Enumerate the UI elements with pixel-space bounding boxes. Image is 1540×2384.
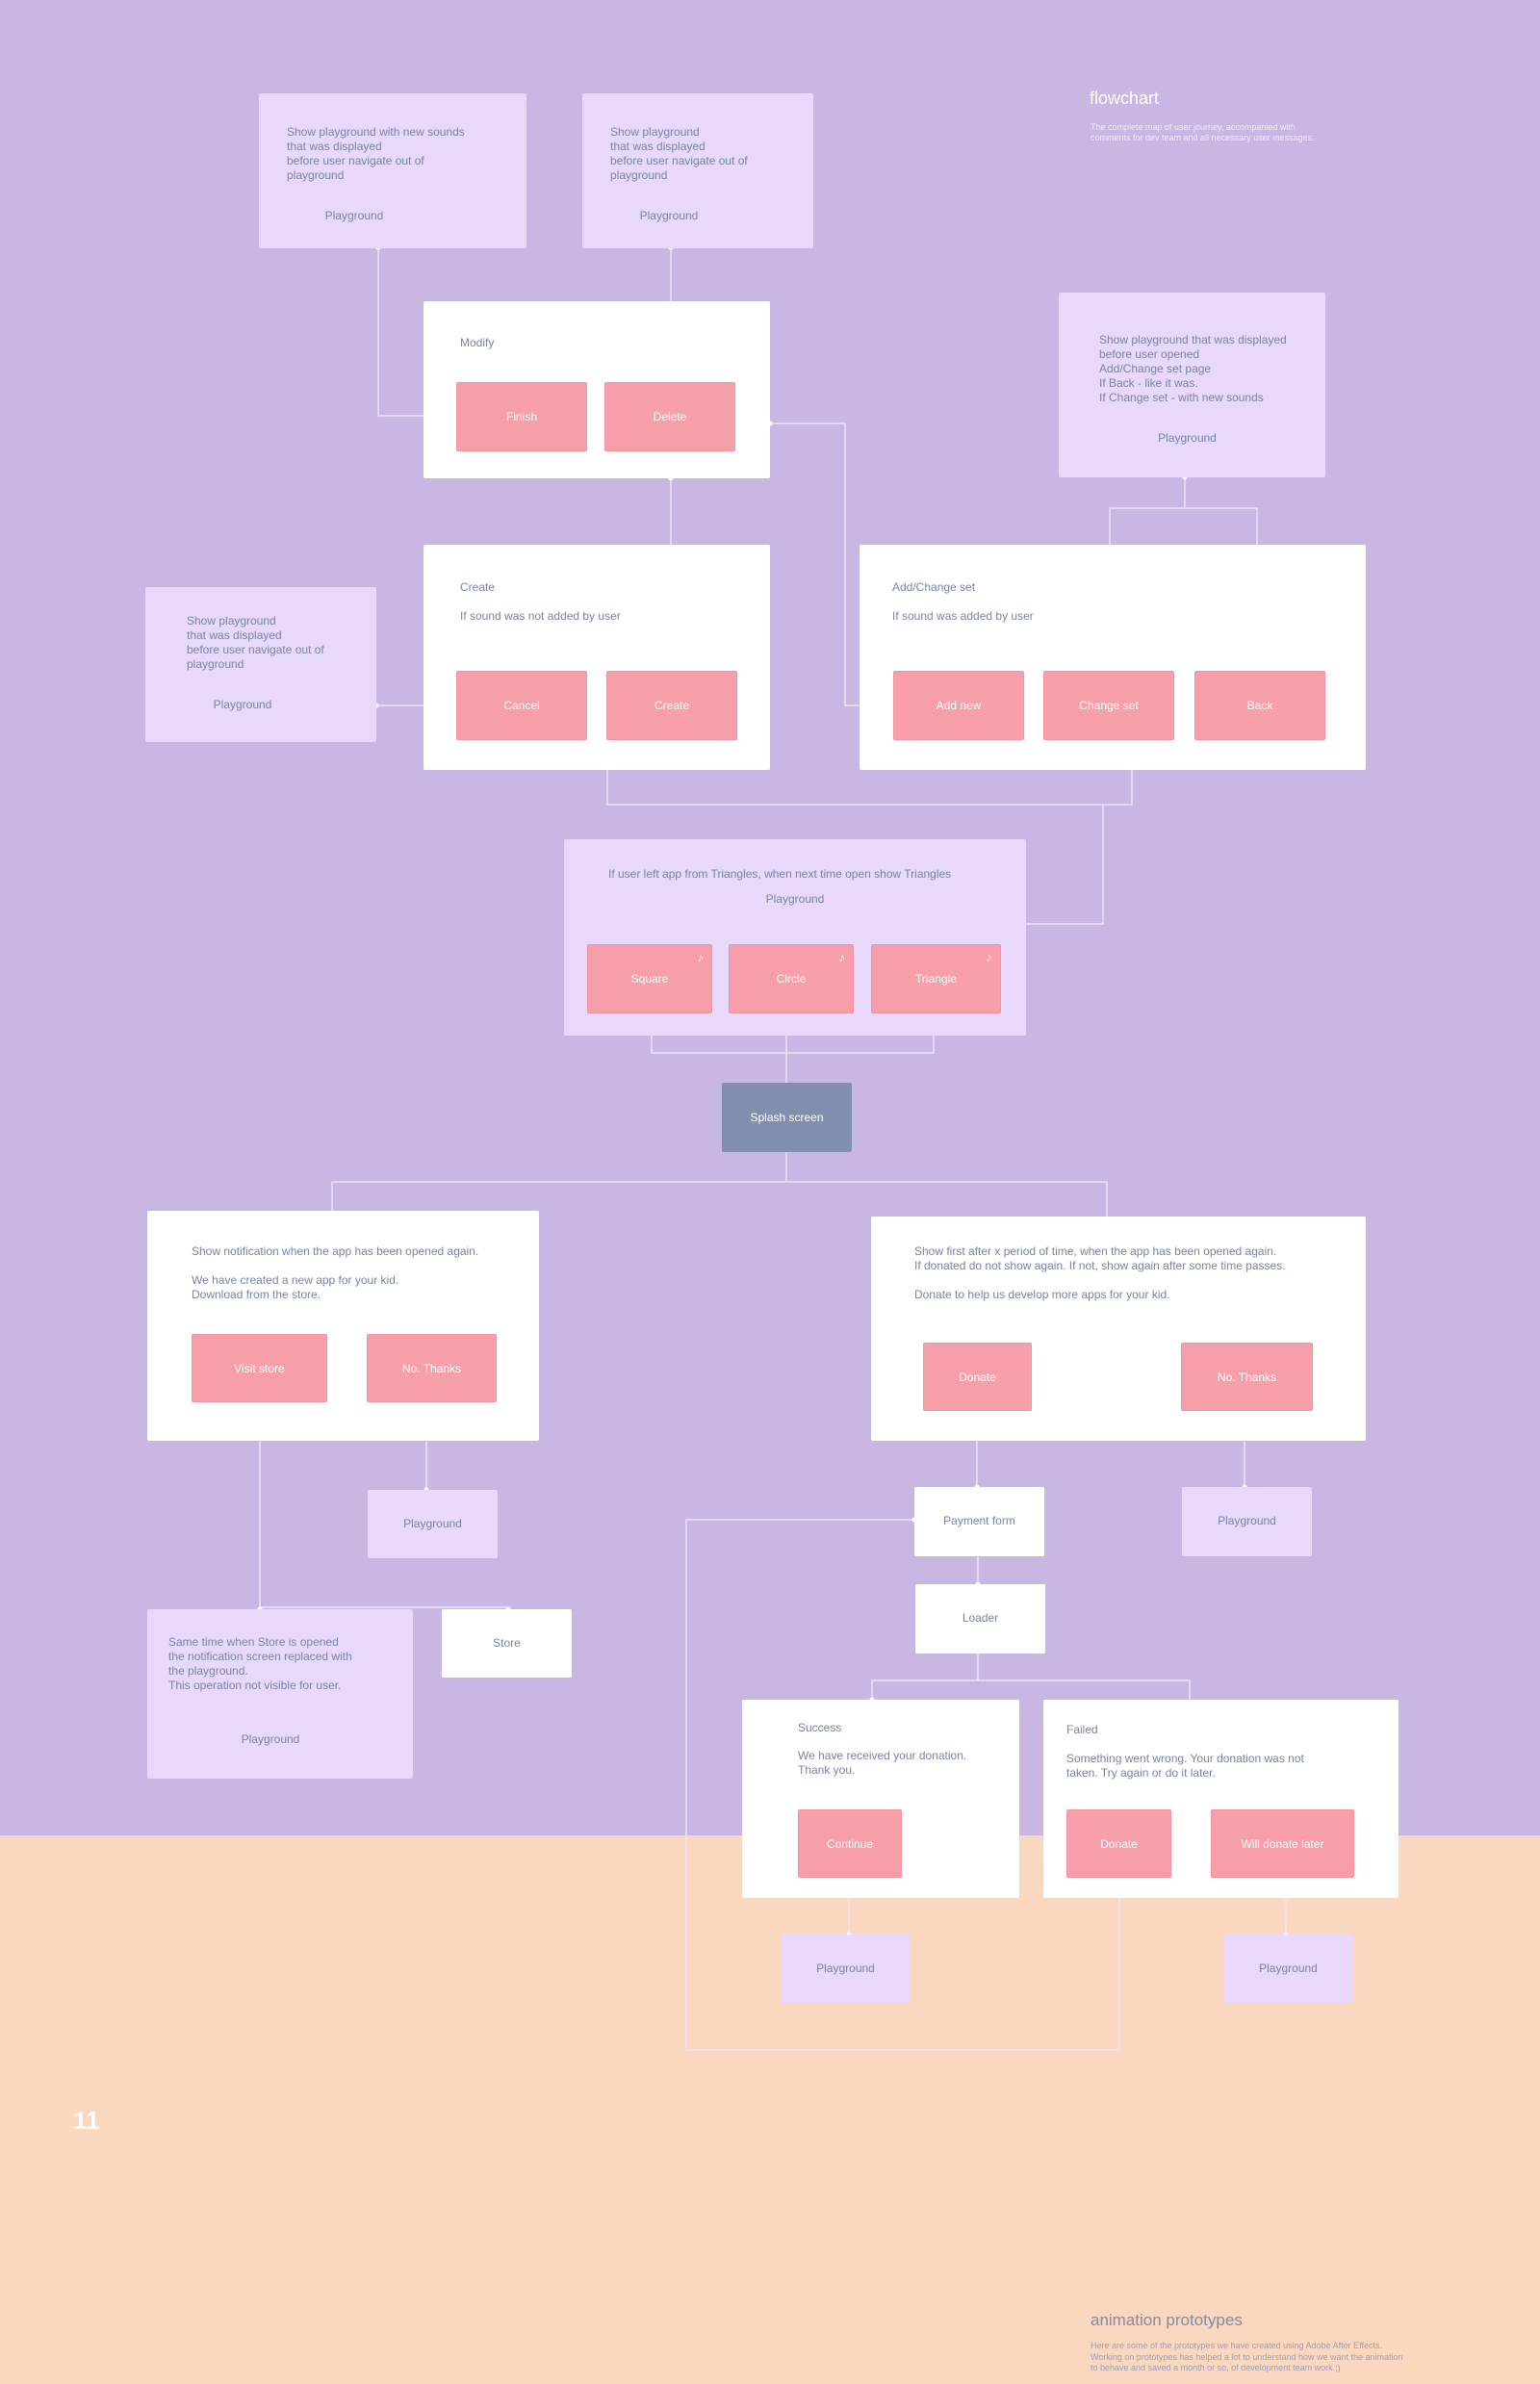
no-thanks-button[interactable]: No. Thanks <box>1181 1343 1313 1411</box>
splash-screen: Splash screen <box>722 1083 852 1152</box>
section-title: animation prototypes <box>1091 2311 1243 2329</box>
playground-after-no-thanks-left: Playground <box>368 1490 498 1558</box>
back-button[interactable]: Back <box>1194 671 1325 740</box>
triangle-shape-button[interactable]: ♪ Triangle <box>871 944 1001 1013</box>
node-label: Payment form <box>943 1514 1015 1527</box>
screen-text: We have received your donation. Thank yo… <box>798 1749 967 1777</box>
circle-shape-button[interactable]: ♪ Circle <box>729 944 854 1013</box>
screen-store: Store <box>442 1609 572 1678</box>
note-playground-displayed-left: Show playground that was displayed befor… <box>145 587 376 742</box>
node-label: Playground <box>639 209 699 222</box>
screen-title: Success <box>798 1721 842 1734</box>
notification-text: Show notification when the app has been … <box>192 1244 479 1301</box>
continue-button[interactable]: Continue <box>798 1809 902 1878</box>
node-label: Loader <box>962 1611 999 1625</box>
music-note-icon: ♪ <box>838 950 846 964</box>
note-playground-add-change: Show playground that was displayed befor… <box>1059 293 1325 477</box>
donate-button[interactable]: Donate <box>923 1343 1032 1411</box>
note-store-replace: Same time when Store is opened the notif… <box>147 1609 413 1779</box>
screen-condition: If sound was added by user <box>892 609 1034 623</box>
create-button[interactable]: Create <box>606 671 737 740</box>
screen-loader: Loader <box>915 1584 1045 1653</box>
screen-title: Create <box>460 580 496 594</box>
music-note-icon: ♪ <box>986 950 993 964</box>
change-set-button[interactable]: Change set <box>1043 671 1174 740</box>
music-note-icon: ♪ <box>697 950 705 964</box>
finish-button[interactable]: Finish <box>456 382 587 451</box>
screen-donation-prompt: Show first after x period of time, when … <box>871 1217 1366 1441</box>
shape-label: Circle <box>776 972 807 986</box>
node-label: Playground <box>324 209 384 222</box>
page-number: 11 <box>73 2106 100 2135</box>
note-text: If user left app from Triangles, when ne… <box>608 867 952 881</box>
screen-new-app-notification: Show notification when the app has been … <box>147 1211 539 1441</box>
node-label: Playground <box>765 892 825 906</box>
screen-condition: If sound was not added by user <box>460 609 621 623</box>
note-text: Show playground that was displayed befor… <box>187 614 324 671</box>
shape-label: Triangle <box>915 972 957 986</box>
section-description: Here are some of the prototypes we have … <box>1091 2341 1403 2372</box>
playground-after-failed: Playground <box>1223 1935 1353 2003</box>
delete-button[interactable]: Delete <box>604 382 735 451</box>
no-thanks-button[interactable]: No. Thanks <box>367 1334 497 1402</box>
note-playground-displayed-top: Show playground that was displayed befor… <box>582 93 813 248</box>
square-shape-button[interactable]: ♪ Square <box>587 944 712 1013</box>
donation-text: Show first after x period of time, when … <box>914 1244 1286 1301</box>
screen-modify: Modify Finish Delete <box>424 301 770 478</box>
node-label: Store <box>493 1636 521 1650</box>
page-title: flowchart <box>1090 89 1160 108</box>
note-text: Show playground with new sounds that was… <box>287 125 465 182</box>
screen-title: Modify <box>460 336 495 349</box>
node-label: Playground <box>1218 1514 1276 1527</box>
cancel-button[interactable]: Cancel <box>456 671 587 740</box>
playground-after-no-thanks-right: Playground <box>1182 1487 1312 1556</box>
node-label: Playground <box>1158 431 1217 445</box>
background-peach <box>0 1835 1540 2384</box>
node-label: Playground <box>241 1732 300 1746</box>
node-label: Playground <box>403 1517 462 1530</box>
screen-payment-form: Payment form <box>914 1487 1044 1556</box>
will-donate-later-button[interactable]: Will donate later <box>1211 1809 1354 1878</box>
playground-main: If user left app from Triangles, when ne… <box>564 839 1026 1036</box>
note-text: Same time when Store is opened the notif… <box>168 1635 352 1692</box>
page-subtitle: The complete map of user journey, accomp… <box>1091 122 1315 142</box>
note-text: Show playground that was displayed befor… <box>610 125 748 182</box>
node-label: Playground <box>213 698 272 711</box>
screen-text: Something went wrong. Your donation was … <box>1066 1752 1304 1780</box>
screen-success: Success We have received your donation. … <box>742 1700 1019 1898</box>
screen-create: Create If sound was not added by user Ca… <box>424 545 770 770</box>
playground-after-success: Playground <box>781 1935 911 2003</box>
screen-title: Add/Change set <box>892 580 976 594</box>
screen-title: Failed <box>1066 1723 1098 1736</box>
note-playground-new-sounds: Show playground with new sounds that was… <box>259 93 526 248</box>
add-new-button[interactable]: Add new <box>893 671 1024 740</box>
node-label: Playground <box>1259 1961 1318 1975</box>
screen-failed: Failed Something went wrong. Your donati… <box>1043 1700 1399 1898</box>
screen-add-change-set: Add/Change set If sound was added by use… <box>860 545 1366 770</box>
visit-store-button[interactable]: Visit store <box>192 1334 327 1402</box>
node-label: Playground <box>816 1961 875 1975</box>
shape-label: Square <box>630 972 669 986</box>
note-text: Show playground that was displayed befor… <box>1099 333 1287 404</box>
donate-again-button[interactable]: Donate <box>1066 1809 1171 1878</box>
